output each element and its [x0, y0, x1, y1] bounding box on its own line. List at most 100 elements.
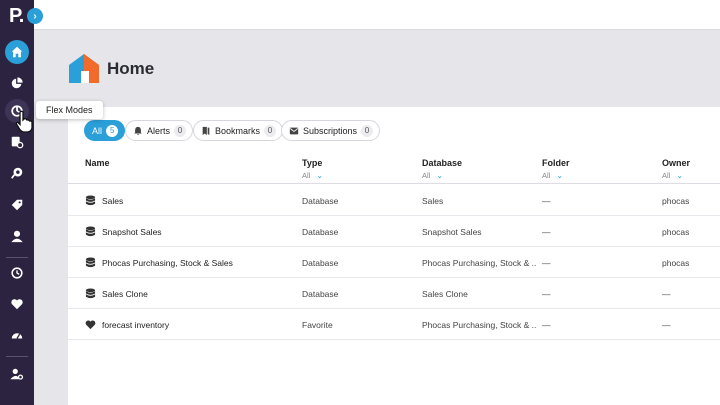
row-owner: phocas [662, 226, 690, 237]
row-database: Phocas Purchasing, Stock & ... [422, 257, 537, 268]
tooltip: Flex Modes [36, 101, 103, 119]
chevron-down-icon: ⌄ [556, 171, 564, 180]
filter-label: Subscriptions [303, 125, 358, 136]
row-folder: — [542, 288, 551, 299]
page-title: Home [107, 59, 155, 78]
filter-count: 0 [264, 124, 277, 137]
column-filter-dropdown[interactable]: All ⌄ [302, 171, 323, 180]
database-gear-icon [11, 136, 24, 149]
home-icon [11, 46, 23, 58]
sidebar-item-home[interactable] [5, 40, 29, 64]
column-label: Name [85, 158, 110, 168]
sidebar-item-history[interactable] [5, 261, 29, 285]
filter-label: All [92, 125, 103, 136]
row-folder: — [542, 257, 551, 268]
chevron-down-icon: ⌄ [676, 171, 684, 180]
column-label: Folder [542, 158, 570, 168]
user-settings-icon [10, 368, 24, 380]
column-filter-dropdown[interactable]: All ⌄ [662, 171, 690, 180]
subscription-icon [289, 127, 299, 134]
app-logo[interactable]: P. [9, 5, 24, 28]
database-icon [85, 257, 96, 268]
column-filter-value: All [662, 171, 671, 180]
sidebar-divider [6, 257, 28, 258]
column-name[interactable]: Name [85, 158, 110, 168]
column-filter-value: All [542, 171, 551, 180]
table-row[interactable]: Snapshot Sales Database Snapshot Sales —… [68, 216, 720, 247]
sidebar-item-dashboard[interactable] [5, 323, 29, 347]
table-row[interactable]: forecast inventory Favorite Phocas Purch… [68, 309, 720, 340]
filter-bookmarks[interactable]: Bookmarks 0 [193, 120, 284, 141]
filter-label: Alerts [147, 125, 171, 136]
sidebar-divider [6, 356, 28, 357]
row-name[interactable]: Sales Clone [85, 278, 148, 309]
column-filter-dropdown[interactable]: All ⌄ [542, 171, 570, 180]
gauge-icon [11, 333, 23, 339]
row-database: Snapshot Sales [422, 226, 482, 237]
filter-count: 5 [106, 124, 119, 137]
column-filter-dropdown[interactable]: All ⌄ [422, 171, 462, 180]
row-type: Database [302, 288, 339, 299]
row-name[interactable]: Phocas Purchasing, Stock & Sales [85, 247, 233, 278]
sidebar: P. [0, 0, 34, 405]
table-row[interactable]: Phocas Purchasing, Stock & Sales Databas… [68, 247, 720, 278]
chevron-down-icon: ⌄ [316, 171, 324, 180]
alert-icon [134, 126, 142, 135]
column-type[interactable]: Type All ⌄ [302, 158, 323, 180]
chevron-right-icon: › [33, 10, 37, 22]
column-label: Database [422, 158, 463, 168]
column-owner[interactable]: Owner All ⌄ [662, 158, 690, 180]
user-icon [11, 230, 23, 243]
heart-icon [85, 320, 96, 330]
hand-cursor-icon [15, 110, 33, 133]
row-owner: — [662, 319, 671, 330]
heart-icon [11, 299, 23, 310]
filter-count: 0 [361, 124, 374, 137]
row-database: Sales [422, 195, 444, 206]
database-icon [85, 226, 96, 237]
pie-chart-icon [11, 77, 23, 89]
row-folder: — [542, 195, 551, 206]
row-owner: phocas [662, 257, 690, 268]
column-filter-value: All [302, 171, 311, 180]
row-type: Database [302, 195, 339, 206]
row-type: Database [302, 257, 339, 268]
row-folder: — [542, 226, 551, 237]
row-name[interactable]: forecast inventory [85, 309, 169, 340]
filter-alerts[interactable]: Alerts 0 [125, 120, 194, 141]
top-bar [34, 0, 720, 30]
row-type: Favorite [302, 319, 333, 330]
history-icon [11, 267, 23, 279]
row-name[interactable]: Sales [85, 185, 123, 216]
filter-count: 0 [174, 124, 187, 137]
sidebar-expand-button[interactable]: › [27, 8, 43, 24]
analysis-icon [11, 167, 23, 179]
table-header: Name Type All ⌄ Database All ⌄ Folder All ⌄… [68, 154, 720, 184]
database-icon [85, 195, 96, 206]
column-label: Owner [662, 158, 691, 168]
filter-subscriptions[interactable]: Subscriptions 0 [281, 120, 381, 141]
column-folder[interactable]: Folder All ⌄ [542, 158, 570, 180]
table-row[interactable]: Sales Database Sales — phocas [68, 185, 720, 216]
bookmark-icon [202, 126, 210, 135]
row-type: Database [302, 226, 339, 237]
filter-label: Bookmarks [215, 125, 261, 136]
tag-icon [11, 199, 23, 211]
sidebar-item-pie[interactable] [5, 71, 29, 95]
column-database[interactable]: Database All ⌄ [422, 158, 462, 180]
sidebar-item-user[interactable] [5, 224, 29, 248]
sidebar-item-analysis[interactable] [5, 161, 29, 185]
sidebar-item-admin[interactable] [5, 362, 29, 386]
home-logo-icon [69, 54, 99, 83]
row-name[interactable]: Snapshot Sales [85, 216, 162, 247]
row-owner: — [662, 288, 671, 299]
row-database: Phocas Purchasing, Stock & ... [422, 319, 537, 330]
filter-all[interactable]: All 5 [84, 120, 126, 141]
row-owner: phocas [662, 195, 690, 206]
sidebar-item-tags[interactable] [5, 193, 29, 217]
chevron-down-icon: ⌄ [436, 171, 444, 180]
sidebar-item-favorites[interactable] [5, 292, 29, 316]
table-row[interactable]: Sales Clone Database Sales Clone — — [68, 278, 720, 309]
row-folder: — [542, 319, 551, 330]
page-header: Home [34, 30, 720, 106]
